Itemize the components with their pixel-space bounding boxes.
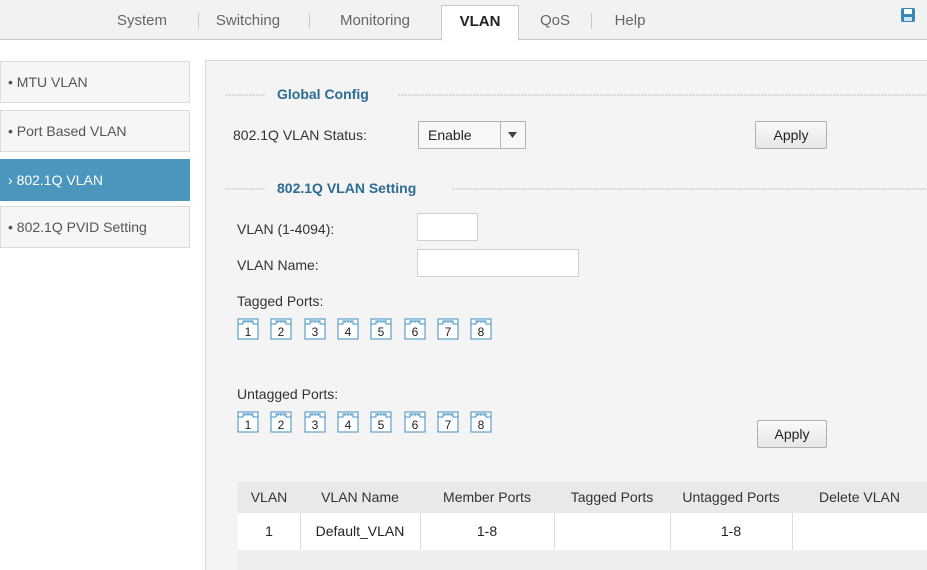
- untagged-port-4[interactable]: 4: [337, 411, 359, 433]
- sidebar-item-port-based-vlan[interactable]: • Port Based VLAN: [0, 110, 190, 152]
- port-number: 1: [244, 325, 252, 339]
- global-apply-button[interactable]: Apply: [755, 121, 827, 149]
- table-divider: [554, 513, 555, 550]
- port-number: 5: [377, 325, 385, 339]
- sidebar-item-label: 802.1Q VLAN: [16, 172, 103, 188]
- section-divider: [225, 187, 265, 191]
- port-number: 8: [477, 418, 485, 432]
- cell-delete-vlan[interactable]: [792, 513, 927, 550]
- table-divider: [670, 513, 671, 550]
- cell-tagged-ports: [554, 513, 670, 550]
- vlan-status-label: 802.1Q VLAN Status:: [233, 127, 367, 143]
- untagged-port-1[interactable]: 1: [237, 411, 259, 433]
- port-number: 3: [311, 418, 319, 432]
- tagged-port-1[interactable]: 1: [237, 318, 259, 340]
- sidebar-item-8021q-vlan[interactable]: › 802.1Q VLAN: [0, 159, 190, 201]
- column-header-tagged-ports: Tagged Ports: [570, 489, 654, 505]
- tab-vlan[interactable]: VLAN: [441, 5, 519, 41]
- sidebar-item-label: Port Based VLAN: [16, 123, 127, 139]
- vlan-status-value: Enable: [428, 127, 472, 143]
- port-number: 8: [477, 325, 485, 339]
- bullet-icon: •: [8, 74, 13, 90]
- port-number: 1: [244, 418, 252, 432]
- cell-vlan-id: 1: [265, 523, 273, 539]
- tagged-port-3[interactable]: 3: [304, 318, 326, 340]
- column-header-vlan-name: VLAN Name: [321, 489, 399, 505]
- untagged-port-2[interactable]: 2: [270, 411, 292, 433]
- port-number: 6: [411, 418, 419, 432]
- port-number: 4: [344, 325, 352, 339]
- port-number: 6: [411, 325, 419, 339]
- untagged-port-8[interactable]: 8: [470, 411, 492, 433]
- cell-vlan-name: Default_VLAN: [315, 523, 405, 539]
- save-icon[interactable]: [900, 7, 916, 23]
- untagged-port-6[interactable]: 6: [404, 411, 426, 433]
- table-divider: [792, 513, 793, 550]
- port-number: 7: [444, 418, 452, 432]
- tab-separator: [309, 13, 310, 29]
- port-number: 4: [344, 418, 352, 432]
- section-divider: [452, 187, 927, 191]
- port-number: 7: [444, 325, 452, 339]
- column-header-untagged-ports: Untagged Ports: [682, 489, 780, 505]
- bullet-icon: •: [8, 219, 13, 235]
- port-number: 2: [277, 418, 285, 432]
- table-divider: [300, 513, 301, 550]
- untagged-ports-label: Untagged Ports:: [237, 386, 339, 402]
- tagged-port-8[interactable]: 8: [470, 318, 492, 340]
- table-divider: [420, 513, 421, 550]
- section-divider: [225, 93, 265, 97]
- vlan-name-label: VLAN Name:: [237, 257, 319, 273]
- top-nav: System Switching Monitoring VLAN QoS Hel…: [0, 0, 927, 41]
- column-header-vlan: VLAN: [250, 489, 288, 505]
- tab-monitoring[interactable]: Monitoring: [320, 0, 430, 40]
- vlan-status-select[interactable]: Enable: [418, 121, 526, 149]
- chevron-right-icon: ›: [8, 172, 13, 188]
- tagged-port-4[interactable]: 4: [337, 318, 359, 340]
- tab-separator: [591, 13, 592, 29]
- port-number: 2: [277, 325, 285, 339]
- sidebar-item-label: MTU VLAN: [16, 74, 88, 90]
- table-footer: [238, 550, 927, 570]
- bullet-icon: •: [8, 123, 13, 139]
- vlan-id-label: VLAN (1-4094):: [237, 221, 335, 237]
- section-divider: [398, 93, 927, 97]
- tagged-port-2[interactable]: 2: [270, 318, 292, 340]
- tab-system[interactable]: System: [100, 0, 184, 40]
- chevron-down-icon[interactable]: [500, 122, 525, 148]
- sidebar-item-mtu-vlan[interactable]: • MTU VLAN: [0, 61, 190, 103]
- port-number: 3: [311, 325, 319, 339]
- tagged-port-7[interactable]: 7: [437, 318, 459, 340]
- tab-separator: [198, 13, 199, 29]
- section-title-global-config: Global Config: [277, 86, 369, 102]
- port-number: 5: [377, 418, 385, 432]
- cell-untagged-ports: 1-8: [720, 523, 742, 539]
- untagged-port-5[interactable]: 5: [370, 411, 392, 433]
- vlan-setting-apply-button[interactable]: Apply: [757, 420, 827, 448]
- vlan-id-input[interactable]: [417, 213, 478, 241]
- section-title-vlan-setting: 802.1Q VLAN Setting: [277, 180, 417, 196]
- untagged-port-3[interactable]: 3: [304, 411, 326, 433]
- column-header-member-ports: Member Ports: [443, 489, 531, 505]
- tab-help[interactable]: Help: [600, 0, 660, 40]
- sidebar-item-8021q-pvid-setting[interactable]: • 802.1Q PVID Setting: [0, 206, 190, 248]
- vlan-name-input[interactable]: [417, 249, 579, 277]
- tagged-port-6[interactable]: 6: [404, 318, 426, 340]
- cell-member-ports: 1-8: [476, 523, 498, 539]
- tab-switching[interactable]: Switching: [203, 0, 293, 40]
- tagged-ports-label: Tagged Ports:: [237, 293, 324, 309]
- sidebar-item-label: 802.1Q PVID Setting: [16, 219, 147, 235]
- tab-qos[interactable]: QoS: [530, 0, 580, 40]
- untagged-port-7[interactable]: 7: [437, 411, 459, 433]
- tagged-port-5[interactable]: 5: [370, 318, 392, 340]
- column-header-delete-vlan: Delete VLAN: [819, 489, 900, 505]
